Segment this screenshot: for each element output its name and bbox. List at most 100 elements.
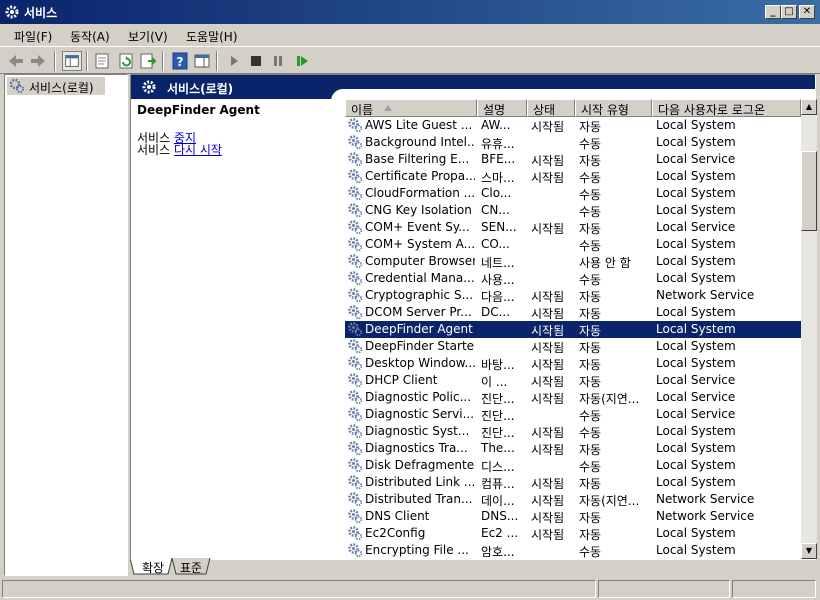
service-gear-icon bbox=[348, 543, 363, 558]
service-gear-icon bbox=[348, 407, 363, 422]
service-gear-icon bbox=[348, 356, 363, 371]
service-description: 유휴... bbox=[481, 137, 515, 151]
service-row[interactable]: DCOM Server Pr... DC... 시작됨 자동 Local System bbox=[345, 304, 801, 321]
service-status: 시작됨 bbox=[531, 426, 565, 440]
tree-item-services-local[interactable]: 서비스(로컬) bbox=[7, 77, 105, 95]
show-action-pane-icon[interactable] bbox=[192, 51, 212, 71]
service-row[interactable]: Desktop Window... 바탕... 시작됨 자동 Local System bbox=[345, 355, 801, 372]
service-startup-type: 자동 bbox=[579, 222, 602, 236]
service-name: DeepFinder Agent bbox=[365, 322, 473, 336]
restart-service-link[interactable]: 다시 시작 bbox=[174, 143, 222, 157]
column-header-startup-type[interactable]: 시작 유형 bbox=[575, 99, 652, 117]
tab-extended[interactable]: 확장 bbox=[136, 558, 170, 575]
service-log-on-as: Local System bbox=[656, 322, 736, 336]
service-description: 네트... bbox=[481, 256, 515, 270]
service-log-on-as: Local System bbox=[656, 237, 736, 251]
menu-file[interactable]: 파일(F) bbox=[14, 28, 52, 45]
back-arrow-icon[interactable] bbox=[6, 51, 26, 71]
service-startup-type: 자동 bbox=[579, 120, 602, 134]
tab-standard[interactable]: 표준 bbox=[174, 558, 208, 575]
service-row[interactable]: Diagnostic Servi... 진단... 수동 Local Service bbox=[345, 406, 801, 423]
column-header-description[interactable]: 설명 bbox=[477, 99, 527, 117]
service-startup-type: 자동(지연... bbox=[579, 494, 640, 508]
scroll-down-button[interactable]: ▼ bbox=[801, 543, 817, 559]
service-description: BFE... bbox=[481, 152, 516, 166]
column-header-name[interactable]: 이름 bbox=[345, 99, 477, 117]
service-row[interactable]: DHCP Client 이 ... 시작됨 자동 Local Service bbox=[345, 372, 801, 389]
start-service-icon[interactable] bbox=[224, 51, 244, 71]
service-row[interactable]: Distributed Link ... 컴퓨... 시작됨 자동 Local Syst… bbox=[345, 474, 801, 491]
restart-service-icon[interactable] bbox=[292, 51, 312, 71]
service-row[interactable]: Ec2Config Ec2 ... 시작됨 자동 Local System bbox=[345, 525, 801, 542]
service-row[interactable]: DeepFinder Agent 시작됨 자동 Local System bbox=[345, 320, 801, 339]
service-row[interactable]: Base Filtering E... BFE... 시작됨 자동 Local Serv… bbox=[345, 151, 801, 168]
export-list-icon[interactable] bbox=[138, 51, 158, 71]
service-row[interactable]: DeepFinder Starter 시작됨 자동 Local System bbox=[345, 338, 801, 355]
column-header-status[interactable]: 상태 bbox=[527, 99, 575, 117]
refresh-icon[interactable] bbox=[116, 51, 136, 71]
properties-icon[interactable] bbox=[92, 51, 112, 71]
forward-arrow-icon[interactable] bbox=[28, 51, 48, 71]
stop-service-icon[interactable] bbox=[246, 51, 266, 71]
service-row[interactable]: Computer Browser 네트... 사용 안 함 Local System bbox=[345, 253, 801, 270]
service-row[interactable]: AWS Lite Guest ... AW... 시작됨 자동 Local System bbox=[345, 117, 801, 134]
service-gear-icon bbox=[348, 441, 363, 456]
service-name: Background Intel... bbox=[365, 135, 475, 149]
service-row[interactable]: Background Intel... 유휴... 수동 Local System bbox=[345, 134, 801, 151]
service-gear-icon bbox=[348, 305, 363, 320]
service-startup-type: 자동 bbox=[579, 307, 602, 321]
service-row[interactable]: CloudFormation ... Clo... 수동 Local System bbox=[345, 185, 801, 202]
service-row[interactable]: Credential Mana... 사용... 수동 Local System bbox=[345, 270, 801, 287]
service-row[interactable]: COM+ Event Sy... SEN... 시작됨 자동 Local Service bbox=[345, 219, 801, 236]
scroll-thumb[interactable] bbox=[801, 151, 817, 231]
service-row[interactable]: Distributed Tran... 데이... 시작됨 자동(지연... Netwo… bbox=[345, 491, 801, 508]
scroll-up-button[interactable]: ▲ bbox=[801, 99, 817, 115]
service-log-on-as: Local Service bbox=[656, 390, 736, 404]
service-description: 진단... bbox=[481, 409, 515, 423]
service-gear-icon bbox=[348, 271, 363, 286]
service-gear-icon bbox=[348, 237, 363, 252]
service-log-on-as: Local System bbox=[656, 526, 736, 540]
service-row[interactable]: Certificate Propa... 스마... 시작됨 수동 Local Syst… bbox=[345, 168, 801, 185]
vertical-scrollbar[interactable]: ▲ ▼ bbox=[801, 99, 817, 559]
svg-text:?: ? bbox=[177, 55, 184, 69]
maximize-button[interactable]: □ bbox=[781, 5, 797, 19]
pause-service-icon[interactable] bbox=[268, 51, 288, 71]
service-status: 시작됨 bbox=[531, 375, 565, 389]
service-description: 데이... bbox=[481, 494, 515, 508]
help-icon[interactable]: ? bbox=[170, 51, 190, 71]
service-log-on-as: Local System bbox=[656, 135, 736, 149]
service-description: 암호... bbox=[481, 545, 515, 559]
show-console-tree-icon[interactable] bbox=[62, 51, 82, 71]
status-panel bbox=[2, 580, 596, 598]
menu-help[interactable]: 도움말(H) bbox=[186, 28, 238, 45]
service-status: 시작됨 bbox=[531, 154, 565, 168]
service-row[interactable]: Diagnostics Tra... The... 시작됨 자동 Local Syste… bbox=[345, 440, 801, 457]
service-row[interactable]: Encrypting File ... 암호... 수동 Local System bbox=[345, 542, 801, 559]
service-startup-type: 수동 bbox=[579, 426, 602, 440]
services-gear-icon bbox=[9, 78, 24, 93]
service-name: Computer Browser bbox=[365, 254, 475, 268]
menu-action[interactable]: 동작(A) bbox=[70, 28, 110, 45]
service-row[interactable]: CNG Key Isolation CN... 수동 Local System bbox=[345, 202, 801, 219]
service-name: DCOM Server Pr... bbox=[365, 305, 472, 319]
minimize-button[interactable]: _ bbox=[765, 5, 781, 19]
menu-view[interactable]: 보기(V) bbox=[128, 28, 168, 45]
service-gear-icon bbox=[348, 509, 363, 524]
service-startup-type: 수동 bbox=[579, 171, 602, 185]
service-name: Desktop Window... bbox=[365, 356, 475, 370]
service-row[interactable]: DNS Client DNS... 시작됨 자동 Network Service bbox=[345, 508, 801, 525]
service-status: 시작됨 bbox=[531, 443, 565, 457]
service-name: Certificate Propa... bbox=[365, 169, 475, 183]
close-button[interactable]: ✕ bbox=[799, 5, 815, 19]
service-row[interactable]: Diagnostic Polic... 진단... 시작됨 자동(지연... Local… bbox=[345, 389, 801, 406]
menu-bar: 파일(F) 동작(A) 보기(V) 도움말(H) bbox=[0, 24, 820, 46]
service-row[interactable]: Diagnostic Syst... 진단... 시작됨 수동 Local System bbox=[345, 423, 801, 440]
service-row[interactable]: Disk Defragmenter 디스... 수동 Local System bbox=[345, 457, 801, 474]
service-row[interactable]: COM+ System A... CO... 수동 Local System bbox=[345, 236, 801, 253]
column-header-log-on-as[interactable]: 다음 사용자로 로그온 bbox=[652, 99, 801, 117]
service-name: Diagnostics Tra... bbox=[365, 441, 468, 455]
service-row[interactable]: Cryptographic S... 다음... 시작됨 자동 Network Serv… bbox=[345, 287, 801, 304]
service-startup-type: 자동 bbox=[579, 477, 602, 491]
service-description: 사용... bbox=[481, 273, 515, 287]
